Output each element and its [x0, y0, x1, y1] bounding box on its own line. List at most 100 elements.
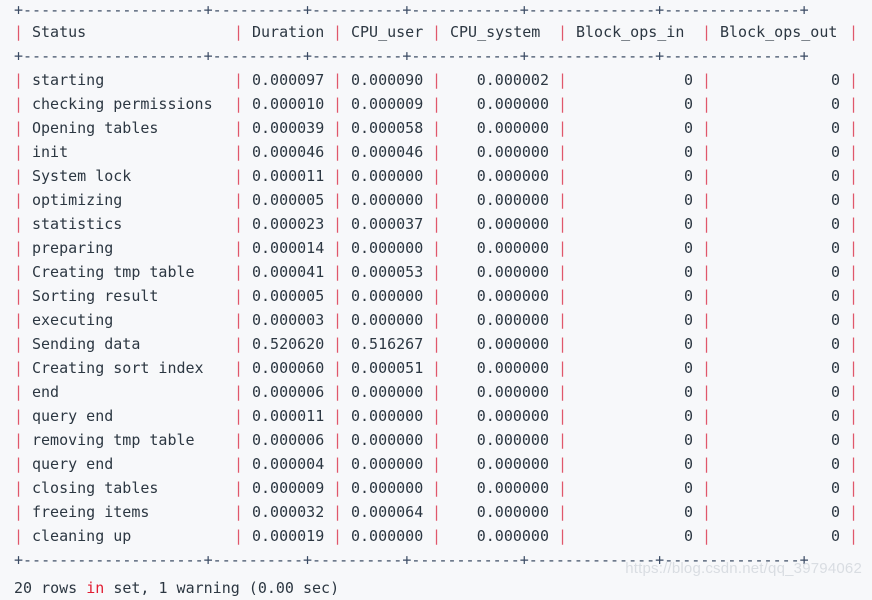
- border-pipe: |: [558, 119, 568, 137]
- cell-duration: 0.000005: [252, 287, 325, 305]
- cell-block_in: 0: [683, 383, 693, 401]
- cell-cpu_user: 0.000000: [351, 167, 424, 185]
- cell-block_in: 0: [683, 503, 693, 521]
- cell-status: Creating tmp table: [32, 263, 195, 281]
- border-pipe: |: [234, 239, 244, 257]
- border-pipe: |: [849, 167, 859, 185]
- cell-cpu_system: 0.000000: [476, 335, 549, 353]
- border-pipe: |: [14, 95, 24, 113]
- table-row: | freeing items | 0.000032 | 0.000064 | 0.00000…: [14, 500, 860, 524]
- cell-cpu_user: 0.000009: [351, 95, 424, 113]
- result-summary: 20 rows in set, 1 warning (0.00 sec): [14, 572, 860, 600]
- table-row: | System lock | 0.000011 | 0.000000 | 0.000000 |…: [14, 164, 860, 188]
- cell-duration: 0.000006: [252, 431, 325, 449]
- border-pipe: |: [432, 263, 442, 281]
- border-pipe: |: [702, 167, 712, 185]
- cell-block_out: 0: [830, 95, 840, 113]
- border-pipe: |: [702, 287, 712, 305]
- border-pipe: |: [432, 167, 442, 185]
- table-row: | executing | 0.000003 | 0.000000 | 0.000000 | 0 |…: [14, 308, 860, 332]
- cell-block_out: 0: [830, 239, 840, 257]
- border-pipe: |: [14, 119, 24, 137]
- border-pipe: |: [234, 503, 244, 521]
- cell-cpu_user: 0.000046: [351, 143, 424, 161]
- border-pipe: |: [849, 407, 859, 425]
- cell-block_in: 0: [683, 263, 693, 281]
- border-pipe: |: [333, 191, 343, 209]
- border-pipe: |: [432, 455, 442, 473]
- border-pipe: |: [14, 431, 24, 449]
- border-pipe: |: [702, 191, 712, 209]
- cell-block_out: 0: [830, 143, 840, 161]
- cell-cpu_system: 0.000002: [476, 71, 549, 89]
- border-pipe: |: [14, 191, 24, 209]
- border-pipe: |: [432, 287, 442, 305]
- border-pipe: |: [702, 263, 712, 281]
- border-pipe: |: [333, 239, 343, 257]
- cell-block_in: 0: [683, 335, 693, 353]
- cell-duration: 0.000005: [252, 191, 325, 209]
- border-pipe: |: [14, 263, 24, 281]
- border-pipe: |: [849, 431, 859, 449]
- column-header-block-ops-in: Block_ops_in: [576, 23, 685, 41]
- cell-cpu_system: 0.000000: [476, 95, 549, 113]
- table-row: | removing tmp table | 0.000006 | 0.000000 | 0.…: [14, 428, 860, 452]
- border-pipe: |: [558, 95, 568, 113]
- table-row: | query end | 0.000011 | 0.000000 | 0.000000 | 0 |…: [14, 404, 860, 428]
- console-output: +--------------------+----------+-------…: [14, 0, 860, 600]
- border-pipe: |: [432, 383, 442, 401]
- cell-block_in: 0: [683, 95, 693, 113]
- cell-cpu_system: 0.000000: [476, 311, 549, 329]
- table-row: | Creating tmp table | 0.000041 | 0.000053 | 0.…: [14, 260, 860, 284]
- border-pipe: |: [14, 479, 24, 497]
- border-pipe: |: [558, 455, 568, 473]
- cell-cpu_user: 0.000000: [351, 191, 424, 209]
- border-pipe: |: [558, 71, 568, 89]
- border-pipe: |: [333, 215, 343, 233]
- cell-cpu_user: 0.000000: [351, 239, 424, 257]
- cell-cpu_user: 0.000090: [351, 71, 424, 89]
- cell-cpu_system: 0.000000: [476, 479, 549, 497]
- border-pipe: |: [333, 455, 343, 473]
- border-pipe: |: [234, 215, 244, 233]
- border-pipe: |: [234, 143, 244, 161]
- cell-status: Opening tables: [32, 119, 159, 137]
- border-pipe: |: [14, 407, 24, 425]
- border-pipe: |: [234, 23, 244, 41]
- border-pipe: |: [14, 359, 24, 377]
- border-pipe: |: [849, 455, 859, 473]
- border-pipe: |: [702, 95, 712, 113]
- border-pipe: |: [849, 287, 859, 305]
- cell-cpu_user: 0.000053: [351, 263, 424, 281]
- border-pipe: |: [234, 431, 244, 449]
- border-pipe: |: [333, 263, 343, 281]
- border-pipe: |: [432, 143, 442, 161]
- border-pipe: |: [333, 407, 343, 425]
- border-pipe: |: [849, 191, 859, 209]
- border-pipe: |: [234, 287, 244, 305]
- cell-cpu_user: 0.000051: [351, 359, 424, 377]
- cell-status: starting: [32, 71, 105, 89]
- border-pipe: |: [702, 503, 712, 521]
- cell-duration: 0.000011: [252, 407, 325, 425]
- cell-status: query end: [32, 455, 114, 473]
- cell-cpu_system: 0.000000: [476, 359, 549, 377]
- border-pipe: |: [14, 23, 24, 41]
- table-header-rule: +--------------------+----------+-------…: [14, 47, 809, 65]
- cell-block_in: 0: [683, 119, 693, 137]
- border-pipe: |: [234, 335, 244, 353]
- border-pipe: |: [558, 143, 568, 161]
- cell-block_in: 0: [683, 407, 693, 425]
- cell-block_out: 0: [830, 71, 840, 89]
- cell-block_out: 0: [830, 503, 840, 521]
- border-pipe: |: [333, 335, 343, 353]
- column-header-cpu-user: CPU_user: [351, 23, 424, 41]
- table-row: | Sorting result | 0.000005 | 0.000000 | 0.0000…: [14, 284, 860, 308]
- cell-block_out: 0: [830, 167, 840, 185]
- border-pipe: |: [14, 383, 24, 401]
- cell-cpu_user: 0.000000: [351, 383, 424, 401]
- sql-keyword-in: in: [86, 579, 105, 597]
- cell-cpu_system: 0.000000: [476, 143, 549, 161]
- border-pipe: |: [14, 215, 24, 233]
- cell-cpu_system: 0.000000: [476, 263, 549, 281]
